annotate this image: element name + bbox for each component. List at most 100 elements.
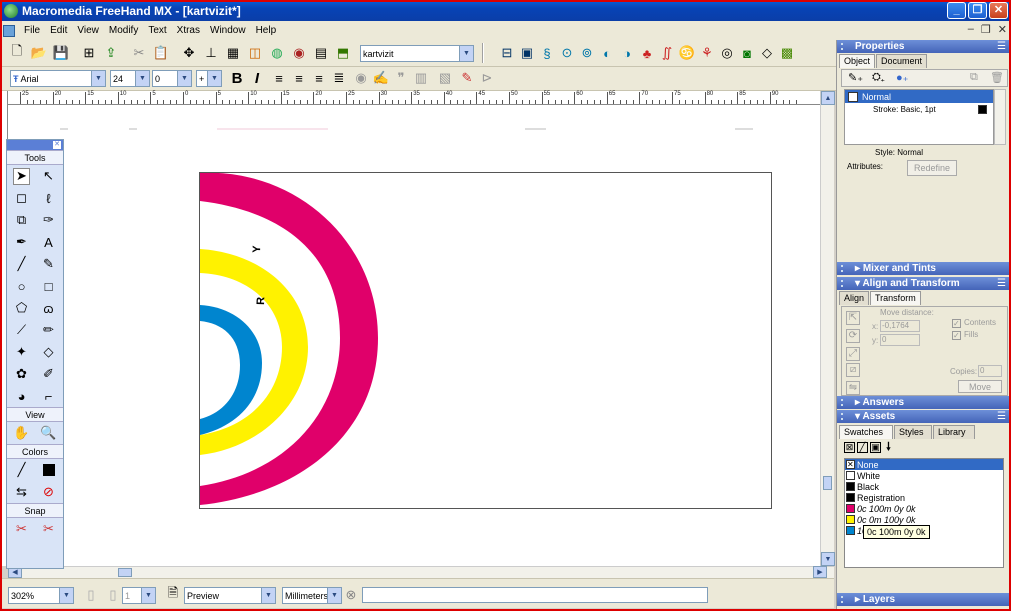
swatch-list[interactable]: ✕ None White Black Registration 0c 100m 0y 0k… [844,458,1004,568]
eraser-tool-icon[interactable]: ◇ [40,344,57,361]
panel-menu-icon[interactable]: ☰ [997,277,1006,290]
menu-view[interactable]: View [72,25,104,36]
new-icon[interactable]: 🗋 [8,43,26,62]
fill-mode-icon[interactable]: ▣ [870,442,881,453]
menu-text[interactable]: Text [143,25,171,36]
reflect-icon[interactable]: ⚘ [698,44,716,62]
prev-page-icon[interactable]: ▯ [82,586,100,604]
grid-icon[interactable]: ▩ [778,44,796,62]
import-icon[interactable]: ⊞ [80,44,98,62]
none-fill-icon[interactable]: ⊠ [844,442,855,453]
menu-help[interactable]: Help [251,25,282,36]
tab-object[interactable]: Object [839,54,876,68]
find-replace-icon[interactable]: ⊟ [498,44,516,62]
pen-tool-icon[interactable]: ✒ [13,234,30,251]
hand-tool-icon[interactable]: ✋ [13,425,30,442]
reflect-icon[interactable]: ⇋ [846,381,860,395]
rectangle-tool-icon[interactable]: □ [40,278,57,295]
contents-checkbox[interactable]: ✓ [952,319,961,328]
text-effect-icon[interactable]: ◉ [352,69,370,87]
swatch-item[interactable]: ✕ None [845,459,1003,470]
tab-library[interactable]: Library [933,425,975,439]
3d-rotate-icon[interactable]: ◎ [718,44,736,62]
align-icon[interactable]: ⊥ [202,44,220,62]
swatches-icon[interactable]: ▤ [312,44,330,62]
font-size-combo[interactable]: 24 ▼ [110,70,150,87]
remove-item-icon[interactable]: 🗑 [990,71,1004,84]
polygon-tool-icon[interactable]: ⬠ [13,300,30,317]
align-right-icon[interactable]: ≡ [310,69,328,87]
styles-icon[interactable]: ◍ [268,44,286,62]
eyedropper-tool-icon[interactable]: ✑ [40,212,57,229]
zoom-combo[interactable]: 302% ▼ [8,587,74,604]
artwork-text-r[interactable]: R [255,297,267,305]
union-icon[interactable]: ⊙ [558,44,576,62]
spiral-tool-icon[interactable]: ɷ [40,300,57,317]
properties-list-item-stroke[interactable]: Stroke: Basic, 1pt [845,103,993,116]
trace-icon[interactable]: ◇ [758,44,776,62]
align-panel-header[interactable]: ▾ Align and Transform ☰ [837,277,1011,290]
tab-styles[interactable]: Styles [894,425,932,439]
justify-icon[interactable]: ≣ [330,69,348,87]
color-mixer-icon[interactable]: ◉ [290,44,308,62]
artwork-text-y[interactable]: Y [251,245,263,253]
menu-modify[interactable]: Modify [104,25,143,36]
freeform-tool-icon[interactable]: ✦ [13,344,30,361]
skew-icon[interactable]: ⧄ [846,363,860,377]
document-combo[interactable]: kartvizit ▼ [360,45,474,62]
crop-icon[interactable]: ◑ [618,44,636,62]
align-center-icon[interactable]: ≡ [290,69,308,87]
move-icon[interactable]: ⇱ [846,311,860,325]
swatch-item[interactable]: Black [845,481,1003,492]
move-button[interactable]: Move [958,380,1002,393]
properties-list[interactable]: Normal Stroke: Basic, 1pt [844,89,994,145]
pencil-tool-icon[interactable]: ✎ [40,256,57,273]
cut-icon[interactable]: ✂ [130,44,148,62]
layers-panel-header[interactable]: ▸ Layers [837,593,1011,606]
minimize-button[interactable]: _ [947,2,966,19]
tools-close-icon[interactable]: ✕ [53,141,61,149]
save-icon[interactable]: 💾 [52,44,70,62]
convert-to-paths-icon[interactable]: ✎ [458,69,476,87]
add-stroke-icon[interactable]: ✎₊ [848,71,863,84]
snap-to-guide-icon[interactable]: ✂ [40,521,57,538]
pointer-tool-icon[interactable]: ➤ [13,167,30,185]
detach-icon[interactable]: ⊳ [478,69,496,87]
fills-checkbox[interactable]: ✓ [952,331,961,340]
properties-scrollbar[interactable] [994,89,1006,145]
duplicate-item-icon[interactable]: ⧉ [970,71,978,84]
panel-menu-icon[interactable]: ☰ [997,40,1006,53]
ellipse-tool-icon[interactable]: ○ [13,278,30,295]
knife-tool-icon[interactable]: ⟋ [13,322,30,339]
doc-close-icon[interactable]: ✕ [998,23,1007,36]
cancel-render-icon[interactable]: ⊗ [342,586,360,604]
lasso-tool-icon[interactable]: ℓ [40,190,57,207]
swatch-item[interactable]: 0c 100m 0y 0k [845,503,1003,514]
swap-colors-icon[interactable]: ⇆ [13,484,30,501]
symbols-icon[interactable]: ⬒ [334,44,352,62]
rotate-icon[interactable]: ⟳ [846,329,860,343]
copies-input[interactable]: 0 [978,365,1002,377]
subselect-tool-icon[interactable]: ↖ [40,168,57,185]
scroll-right-icon[interactable]: ▶ [813,566,827,578]
transform-icon[interactable]: ✥ [180,44,198,62]
restore-button[interactable]: ❐ [968,2,987,19]
scale-icon[interactable]: ⤢ [846,347,860,361]
split-icon[interactable]: ♣ [638,44,656,62]
mirror-tool-icon[interactable]: ◕ [13,388,30,405]
bold-icon[interactable]: B [228,69,246,87]
doc-minimize-icon[interactable]: – [968,23,974,36]
tab-document[interactable]: Document [876,54,928,68]
y-input[interactable]: 0 [880,334,920,346]
library-icon[interactable]: ◫ [246,44,264,62]
arrow-down-icon[interactable]: 🠗 [883,442,894,453]
envelope-icon[interactable]: § [538,44,556,62]
menu-file[interactable]: File [19,25,45,36]
next-page-icon[interactable]: 🗎 [164,585,182,604]
join-icon[interactable]: ∬ [658,44,676,62]
swatch-item[interactable]: 0c 0m 100y 0k [845,514,1003,525]
tab-transform[interactable]: Transform [870,291,921,305]
document-icon[interactable] [3,24,15,37]
assets-panel-header[interactable]: ▾ Assets ☰ [837,410,1011,423]
menu-xtras[interactable]: Xtras [172,25,205,36]
